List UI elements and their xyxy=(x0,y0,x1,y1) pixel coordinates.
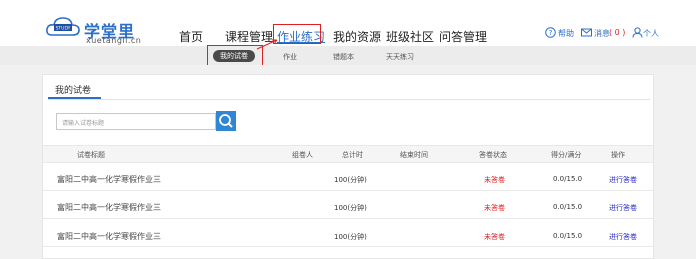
mail-icon xyxy=(581,28,592,37)
logo-subtitle: xuetangli.cn xyxy=(86,36,142,45)
messages-link[interactable]: 消息 xyxy=(594,28,610,39)
search-icon xyxy=(219,114,233,128)
search-button[interactable] xyxy=(216,111,236,131)
subnav-daily-practice[interactable]: 天天练习 xyxy=(386,52,414,62)
help-link[interactable]: 帮助 xyxy=(558,28,574,39)
start-answer-link[interactable]: 进行答卷 xyxy=(609,232,637,242)
annotation-arrow-icon xyxy=(256,39,278,50)
column-header-end-time: 结束时间 xyxy=(400,151,428,159)
message-count: ( 0 ) xyxy=(609,28,626,37)
logo-badge-text: STUDY xyxy=(56,26,71,32)
column-header-total-time: 总计时 xyxy=(342,151,363,159)
cloud-logo-icon: STUDY xyxy=(46,17,80,36)
svg-text:?: ? xyxy=(549,29,553,37)
nav-my-resources[interactable]: 我的资源 xyxy=(333,28,381,45)
row-total-time: 100(分钟) xyxy=(334,204,367,212)
nav-qa-management[interactable]: 问答管理 xyxy=(439,28,487,45)
nav-home[interactable]: 首页 xyxy=(179,28,203,45)
row-status: 未答卷 xyxy=(484,204,505,212)
column-header-action: 操作 xyxy=(611,151,625,159)
row-total-time: 100(分钟) xyxy=(334,233,367,241)
subnav-homework[interactable]: 作业 xyxy=(283,52,297,62)
row-total-time: 100(分钟) xyxy=(334,176,367,184)
start-answer-link[interactable]: 进行答卷 xyxy=(609,203,637,213)
row-status: 未答卷 xyxy=(484,176,505,184)
nav-class-community[interactable]: 班级社区 xyxy=(386,28,434,45)
row-title[interactable]: 富阳二中高一化学寒假作业三 xyxy=(57,202,161,213)
column-header-status: 答卷状态 xyxy=(479,151,507,159)
card-title-underline xyxy=(48,97,101,99)
row-title[interactable]: 富阳二中高一化学寒假作业三 xyxy=(57,174,161,185)
start-answer-link[interactable]: 进行答卷 xyxy=(609,175,637,185)
user-icon xyxy=(632,27,643,38)
search-placeholder: 请输入试卷标题 xyxy=(62,120,105,127)
personal-link[interactable]: 个人 xyxy=(643,28,659,39)
card-divider xyxy=(48,99,650,100)
column-header-score: 得分/满分 xyxy=(551,151,582,159)
row-score: 0.0/15.0 xyxy=(553,175,583,183)
column-header-author: 组卷人 xyxy=(292,151,313,159)
column-header-title: 试卷标题 xyxy=(77,151,105,159)
top-header: STUDY 学堂里 xuetangli.cn 首页 课程管理 作业练习 我的资源… xyxy=(0,0,696,46)
row-status: 未答卷 xyxy=(484,233,505,241)
card-title: 我的试卷 xyxy=(55,86,92,96)
row-score: 0.0/15.0 xyxy=(553,232,583,240)
help-icon: ? xyxy=(545,27,556,38)
row-title[interactable]: 富阳二中高一化学寒假作业三 xyxy=(57,231,161,242)
row-score: 0.0/15.0 xyxy=(553,203,583,211)
subnav-wrong-questions[interactable]: 错题本 xyxy=(333,52,354,62)
